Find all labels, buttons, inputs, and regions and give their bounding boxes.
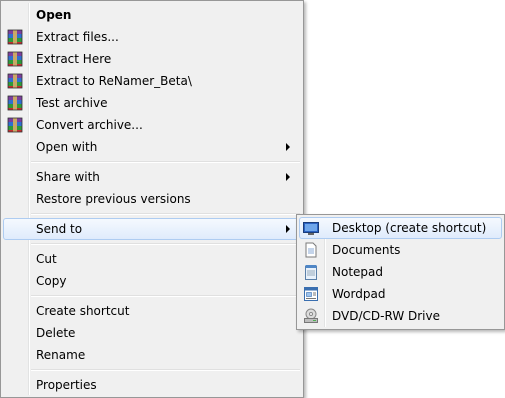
submenu-arrow-icon: [286, 173, 290, 181]
menu-item-delete[interactable]: Delete: [3, 322, 301, 344]
documents-icon: [303, 242, 319, 258]
menu-item-label: Notepad: [332, 265, 383, 279]
menu-item-restore-previous-versions[interactable]: Restore previous versions: [3, 188, 301, 210]
menu-item-copy[interactable]: Copy: [3, 270, 301, 292]
menu-item-rename[interactable]: Rename: [3, 344, 301, 366]
menu-item-label: Restore previous versions: [36, 192, 191, 206]
menu-item-label: Cut: [36, 252, 57, 266]
winrar-archive-icon: [7, 51, 23, 67]
menu-item-extract-files[interactable]: Extract files...: [3, 26, 301, 48]
menu-separator: [31, 295, 300, 297]
menu-item-label: Test archive: [36, 96, 108, 110]
send-to-item-dvd-drive[interactable]: DVD/CD-RW Drive: [299, 305, 502, 327]
desktop-icon: [303, 220, 319, 236]
send-to-item-notepad[interactable]: Notepad: [299, 261, 502, 283]
menu-item-label: Copy: [36, 274, 67, 288]
winrar-archive-icon: [7, 29, 23, 45]
menu-separator: [31, 369, 300, 371]
menu-item-label: Rename: [36, 348, 86, 362]
menu-separator: [31, 161, 300, 163]
wordpad-icon: [303, 286, 319, 302]
context-menu: Open Extract files... Extract Here Extra…: [0, 0, 304, 398]
menu-item-label: Properties: [36, 378, 97, 392]
menu-item-label: Extract Here: [36, 52, 112, 66]
winrar-archive-icon: [7, 95, 23, 111]
menu-item-label: Create shortcut: [36, 304, 130, 318]
menu-item-label: Share with: [36, 170, 100, 184]
dvd-drive-icon: [303, 308, 319, 324]
menu-item-open[interactable]: Open: [3, 4, 301, 26]
menu-item-label: Delete: [36, 326, 76, 340]
menu-item-label: Open with: [36, 140, 98, 154]
menu-item-send-to[interactable]: Send to: [3, 218, 301, 240]
menu-item-label: Open: [36, 8, 72, 22]
submenu-arrow-icon: [286, 143, 290, 151]
menu-item-test-archive[interactable]: Test archive: [3, 92, 301, 114]
menu-item-label: Extract files...: [36, 30, 119, 44]
menu-item-label: Send to: [36, 222, 83, 236]
menu-item-label: Convert archive...: [36, 118, 143, 132]
menu-item-create-shortcut[interactable]: Create shortcut: [3, 300, 301, 322]
send-to-submenu: Desktop (create shortcut) Documents Note…: [296, 214, 505, 330]
menu-item-label: Extract to ReNamer_Beta\: [36, 74, 192, 88]
menu-item-label: Documents: [332, 243, 401, 257]
menu-item-extract-to[interactable]: Extract to ReNamer_Beta\: [3, 70, 301, 92]
send-to-item-documents[interactable]: Documents: [299, 239, 502, 261]
notepad-icon: [303, 264, 319, 280]
menu-item-properties[interactable]: Properties: [3, 374, 301, 396]
menu-item-share-with[interactable]: Share with: [3, 166, 301, 188]
menu-item-label: Wordpad: [332, 287, 386, 301]
menu-item-convert-archive[interactable]: Convert archive...: [3, 114, 301, 136]
menu-item-extract-here[interactable]: Extract Here: [3, 48, 301, 70]
send-to-item-desktop[interactable]: Desktop (create shortcut): [299, 217, 502, 239]
send-to-item-wordpad[interactable]: Wordpad: [299, 283, 502, 305]
winrar-archive-icon: [7, 73, 23, 89]
menu-separator: [31, 243, 300, 245]
submenu-arrow-icon: [286, 225, 290, 233]
menu-separator: [31, 213, 300, 215]
menu-item-label: Desktop (create shortcut): [332, 221, 487, 235]
menu-item-open-with[interactable]: Open with: [3, 136, 301, 158]
menu-item-label: DVD/CD-RW Drive: [332, 309, 440, 323]
winrar-archive-icon: [7, 117, 23, 133]
menu-item-cut[interactable]: Cut: [3, 248, 301, 270]
